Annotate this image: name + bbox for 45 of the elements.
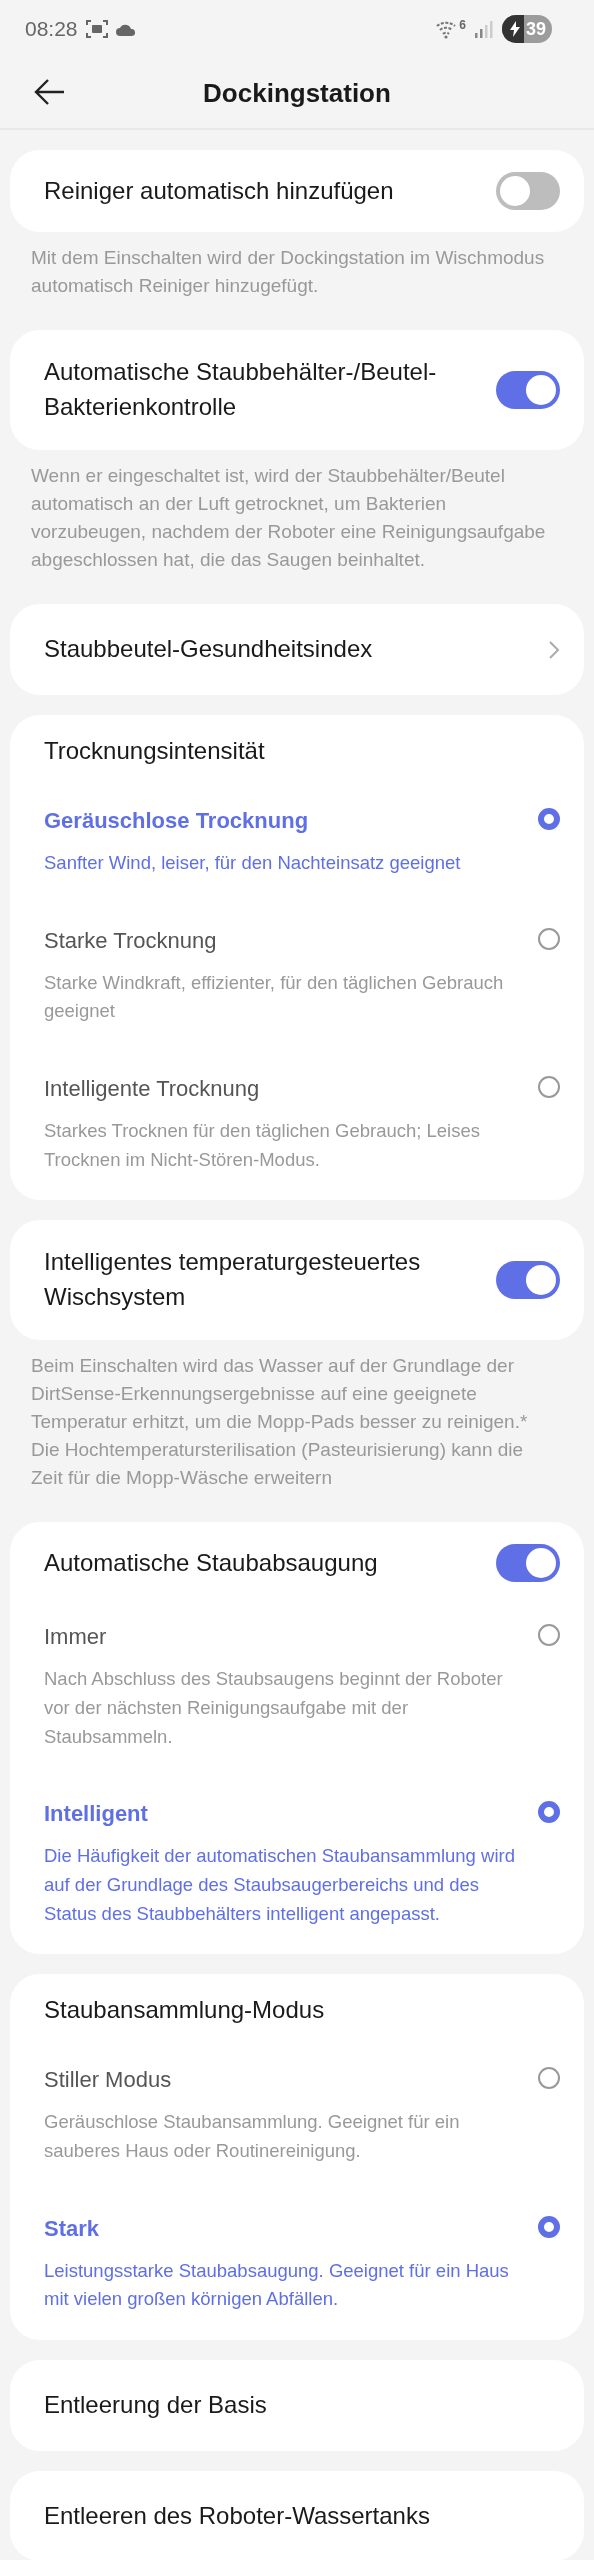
option-description: Die Häufigkeit der automatischen Staubansammlung wird auf der Grundlage des Staubsaugerbereichs und des Status des Staubbehälters intelligent angepasst. xyxy=(44,1844,516,1926)
option-description: Starkes Trocknen für den täglichen Gebrauch; Leises Trocknen im Nicht-Stören-Modus. xyxy=(44,1118,482,1172)
toggle-switch[interactable] xyxy=(496,1544,560,1583)
option-title[interactable]: Starke Trocknung xyxy=(44,923,522,957)
option-title[interactable]: Stiller Modus xyxy=(44,2063,522,2097)
setting-title[interactable]: Staubbeutel-Gesundheitsindex xyxy=(44,635,532,665)
clock: 08:28 xyxy=(25,16,78,43)
option-title[interactable]: Geräuschlose Trocknung xyxy=(44,803,522,837)
signal-icon xyxy=(473,20,494,38)
radio-button[interactable] xyxy=(538,1801,560,1824)
option-title[interactable]: Intelligent xyxy=(44,1797,522,1831)
page-title: Dockingstation xyxy=(203,76,391,110)
setting-description: Mit dem Einschalten wird der Dockingstation im Wischmodus automatisch Reiniger hinzugefügt. xyxy=(30,246,546,299)
option-title[interactable]: Immer xyxy=(44,1620,522,1654)
toggle-switch[interactable] xyxy=(496,172,560,210)
setting-title[interactable]: Intelligentes temperaturgesteuertes Wischsystem xyxy=(44,1245,480,1315)
radio-button[interactable] xyxy=(538,927,560,950)
radio-button[interactable] xyxy=(538,1624,560,1647)
option-description: Nach Abschluss des Staubsaugens beginnt der Roboter vor der nächsten Reinigungsaufgabe mit der Staubsammeln. xyxy=(44,1667,504,1749)
setting-description: Beim Einschalten wird das Wasser auf der Grundlage der DirtSense-Erkennungsergebnisse auf eine geeignete Temperatur erhitzt, um die Mopp-Pads besser zu reinigen.* Die Hochtemperatursterilisation (Pasteurisierung) kann die Zeit für die Mopp-Wäsche erweitern xyxy=(30,1353,529,1491)
setting-title[interactable]: Entleerung der Basis xyxy=(44,2390,560,2420)
option-description: Sanfter Wind, leiser, für den Nachteinsatz geeignet xyxy=(44,850,462,875)
option-description: Geräuschlose Staubansammlung. Geeignet für ein sauberes Haus oder Routinereinigung. xyxy=(44,2110,461,2163)
setting-title[interactable]: Automatische Staubbehälter-/Beutel-Bakterienkontrolle xyxy=(44,355,480,425)
setting-title: Staubansammlung-Modus xyxy=(44,1996,326,2026)
setting-title[interactable]: Reiniger automatisch hinzufügen xyxy=(44,176,480,206)
toggle-switch[interactable] xyxy=(496,1261,560,1299)
option-description: Starke Windkraft, effizienter, für den täglichen Gebrauch geeignet xyxy=(44,970,505,1024)
setting-title[interactable]: Automatische Staubabsaugung xyxy=(44,1548,480,1578)
radio-button[interactable] xyxy=(538,807,560,830)
radio-button[interactable] xyxy=(538,2067,560,2090)
radio-button[interactable] xyxy=(538,1075,560,1098)
back-button[interactable] xyxy=(34,78,66,106)
setting-title[interactable]: Entleeren des Roboter-Wassertanks xyxy=(44,2501,560,2531)
chevron-icon xyxy=(548,639,560,660)
setting-description: Wenn er eingeschaltet ist, wird der Staubbehälter/Beutel automatisch an der Luft getrocknet, um Bakterien vorzubeugen, nachdem der Roboter eine Reinigungsaufgabe abgeschlossen hat, die das Saugen beinhaltet. xyxy=(30,463,547,573)
battery-indicator: 39 xyxy=(501,15,552,43)
option-title[interactable]: Intelligente Trocknung xyxy=(44,1071,522,1105)
setting-title: Trocknungsintensität xyxy=(44,737,266,766)
cloud-icon xyxy=(115,22,136,36)
option-title[interactable]: Stark xyxy=(44,2211,522,2245)
toggle-switch[interactable] xyxy=(496,371,560,409)
option-description: Leistungsstarke Staubabsaugung. Geeignet für ein Haus mit vielen großen körnigen Abfällen. xyxy=(44,2258,510,2312)
screenshot-icon xyxy=(85,19,108,39)
radio-button[interactable] xyxy=(538,2215,560,2238)
